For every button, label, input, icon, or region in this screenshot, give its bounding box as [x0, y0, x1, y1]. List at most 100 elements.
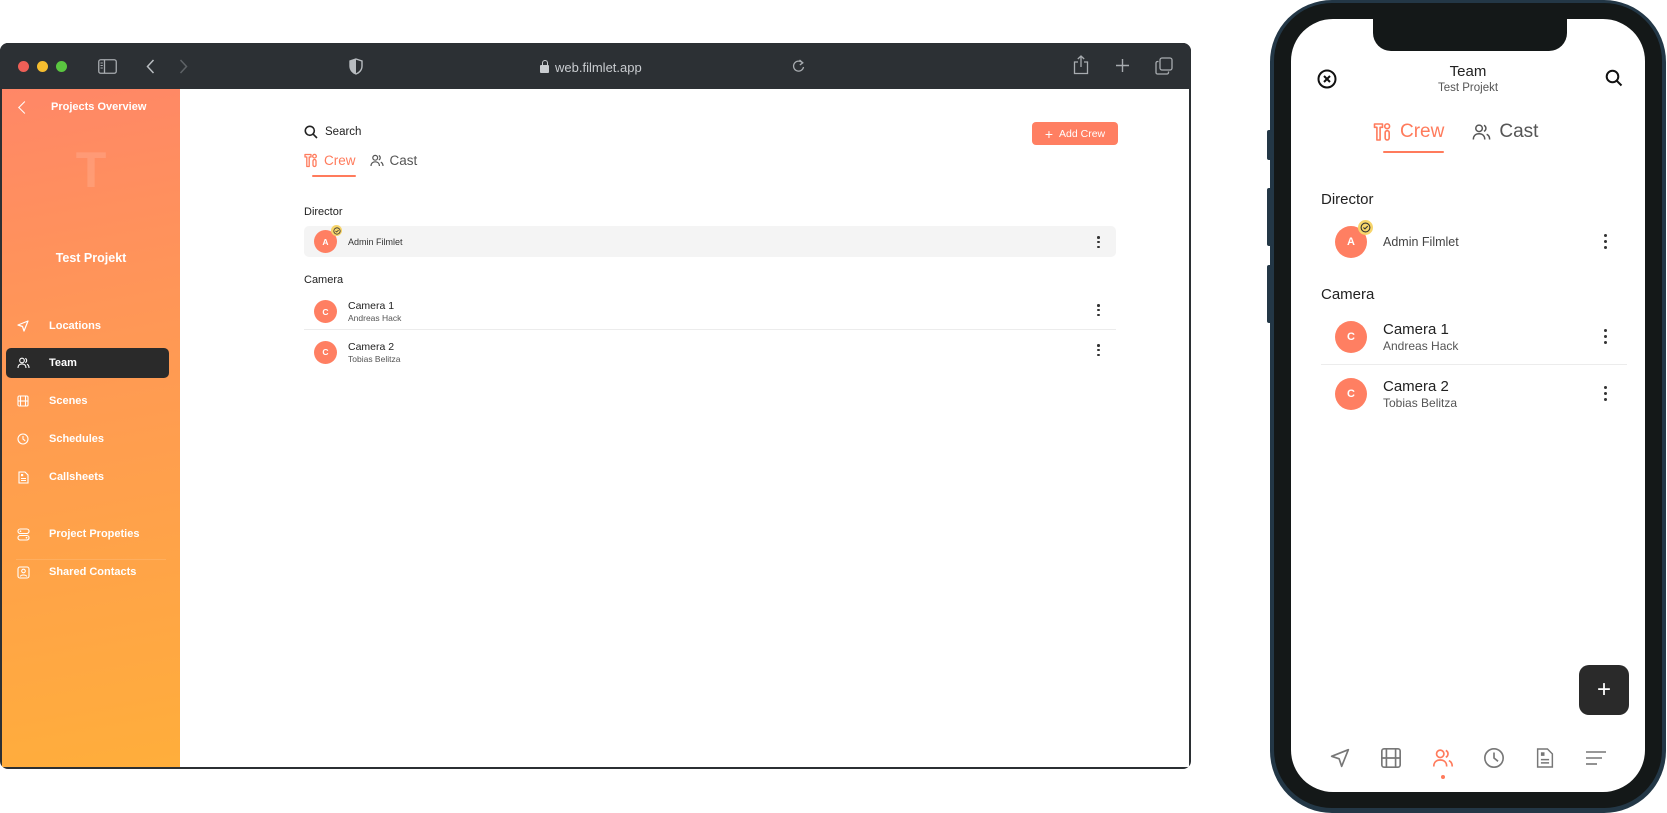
crew-row[interactable]: C Camera 1 Andreas Hack — [1321, 309, 1627, 365]
project-initial: T — [75, 142, 107, 198]
volume-down-button — [1267, 265, 1272, 323]
reload-icon[interactable] — [790, 57, 806, 75]
tools-icon — [304, 153, 318, 168]
more-options-icon[interactable] — [1097, 344, 1100, 356]
role-name: Camera 1 — [1383, 320, 1449, 338]
sidebar-item-locations[interactable]: Locations — [6, 311, 169, 341]
chevron-left-icon — [18, 100, 31, 114]
bottom-nav-team[interactable] — [1428, 743, 1458, 779]
bottom-nav-scenes[interactable] — [1376, 743, 1406, 773]
tab-overview-icon[interactable] — [1154, 56, 1174, 76]
avatar-initial: C — [1347, 388, 1355, 400]
member-name: Admin Filmlet — [348, 236, 403, 247]
bottom-nav-locations[interactable] — [1325, 743, 1355, 773]
sidebar-item-label: Shared Contacts — [49, 566, 137, 578]
users-icon — [16, 356, 30, 370]
section-title-director: Director — [304, 206, 343, 218]
role-name: Camera 1 — [348, 300, 395, 312]
add-crew-fab[interactable]: + — [1579, 665, 1629, 715]
sidebar-toggle-icon[interactable] — [97, 57, 117, 75]
section-title-director: Director — [1321, 191, 1374, 208]
project-name: Test Projekt — [55, 251, 127, 265]
member-name: Tobias Belitza — [348, 353, 401, 364]
document-icon — [1536, 748, 1554, 768]
more-options-icon[interactable] — [1604, 329, 1607, 344]
verified-badge-icon — [331, 225, 342, 236]
web-page: Projects Overview T Test Projekt Locatio… — [2, 89, 1189, 767]
projects-overview-link[interactable]: Projects Overview — [16, 100, 146, 114]
avatar-initial: C — [1347, 330, 1355, 343]
search-icon[interactable] — [1605, 69, 1623, 92]
forward-arrow-icon[interactable] — [176, 57, 190, 75]
share-icon[interactable] — [1072, 54, 1090, 76]
sidebar-item-schedules[interactable]: Schedules — [6, 424, 169, 454]
more-options-icon[interactable] — [1604, 234, 1607, 249]
minimize-window-button[interactable] — [37, 61, 48, 72]
close-window-button[interactable] — [18, 61, 29, 72]
avatar: C — [1335, 378, 1367, 410]
back-arrow-icon[interactable] — [143, 57, 157, 75]
sidebar: Projects Overview T Test Projekt Locatio… — [2, 89, 180, 767]
tab-crew[interactable]: Crew — [1373, 121, 1445, 153]
avatar: C — [314, 300, 337, 323]
sidebar-item-label: Team — [49, 357, 77, 369]
users-icon — [1432, 749, 1454, 767]
new-tab-icon[interactable] — [1113, 56, 1131, 74]
bottom-nav-menu[interactable] — [1581, 743, 1611, 773]
maximize-window-button[interactable] — [56, 61, 67, 72]
sidebar-item-shared-contacts[interactable]: Shared Contacts — [6, 557, 169, 587]
avatar-initial: C — [322, 306, 329, 317]
users-icon — [1472, 123, 1491, 141]
crew-row[interactable]: C Camera 2 Tobias Belitza — [304, 334, 1116, 370]
add-crew-label: Add Crew — [1059, 127, 1106, 140]
tools-icon — [1373, 122, 1392, 142]
phone-page-subtitle: Test Projekt — [1437, 82, 1499, 94]
search-label: Search — [325, 126, 362, 138]
member-name: Andreas Hack — [348, 313, 402, 323]
crew-row[interactable]: A Admin Filmlet — [1321, 214, 1627, 270]
clock-icon — [1484, 748, 1504, 768]
lock-icon — [540, 60, 549, 73]
navigation-arrow-icon — [16, 319, 30, 333]
sidebar-item-team[interactable]: Team — [6, 348, 169, 378]
phone-notch — [1373, 19, 1567, 51]
more-options-icon[interactable] — [1604, 386, 1607, 401]
crew-row[interactable]: C Camera 1 Andreas Hack — [304, 294, 1116, 330]
more-options-icon[interactable] — [1097, 236, 1100, 248]
add-crew-button[interactable]: + Add Crew — [1032, 122, 1118, 145]
film-icon — [16, 394, 30, 408]
sidebar-item-label: Project Propeties — [49, 528, 140, 540]
avatar: C — [1335, 320, 1367, 353]
crew-cast-tabs: Crew Cast — [304, 153, 431, 177]
active-indicator-dot — [1441, 775, 1445, 779]
menu-lines-icon — [1586, 751, 1606, 765]
sidebar-item-project-properties[interactable]: Project Propeties — [6, 519, 169, 549]
sidebar-item-scenes[interactable]: Scenes — [6, 386, 169, 416]
bottom-nav-schedules[interactable] — [1479, 743, 1509, 773]
phone-screen: Team Test Projekt Crew Cast Director A A… — [1291, 19, 1645, 792]
document-icon — [16, 470, 30, 484]
search-icon — [304, 125, 318, 139]
avatar: C — [314, 340, 337, 364]
tab-cast[interactable]: Cast — [1472, 121, 1538, 143]
tab-cast[interactable]: Cast — [369, 153, 418, 168]
users-icon — [369, 154, 384, 167]
sidebar-item-callsheets[interactable]: Callsheets — [6, 462, 169, 492]
sidebar-item-label: Callsheets — [49, 471, 105, 483]
tab-cast-label: Cast — [389, 153, 418, 168]
address-bar[interactable]: web.filmlet.app — [540, 57, 670, 77]
bottom-nav-callsheets[interactable] — [1530, 743, 1560, 773]
member-name: Admin Filmlet — [1383, 235, 1459, 249]
role-name: Camera 2 — [348, 340, 395, 353]
team-content: Search + Add Crew Crew Cast Director A A… — [180, 89, 1189, 767]
role-name: Camera 2 — [1383, 378, 1449, 395]
search-button[interactable]: Search — [304, 125, 361, 139]
more-options-icon[interactable] — [1097, 304, 1100, 316]
plus-icon: + — [1044, 125, 1054, 142]
sidebar-item-label: Schedules — [49, 433, 105, 445]
shield-icon[interactable] — [348, 56, 364, 76]
crew-row[interactable]: A Admin Filmlet — [304, 225, 1116, 257]
tab-crew[interactable]: Crew — [304, 153, 356, 177]
crew-row[interactable]: C Camera 2 Tobias Belitza — [1321, 366, 1627, 422]
avatar: A — [1335, 220, 1373, 258]
